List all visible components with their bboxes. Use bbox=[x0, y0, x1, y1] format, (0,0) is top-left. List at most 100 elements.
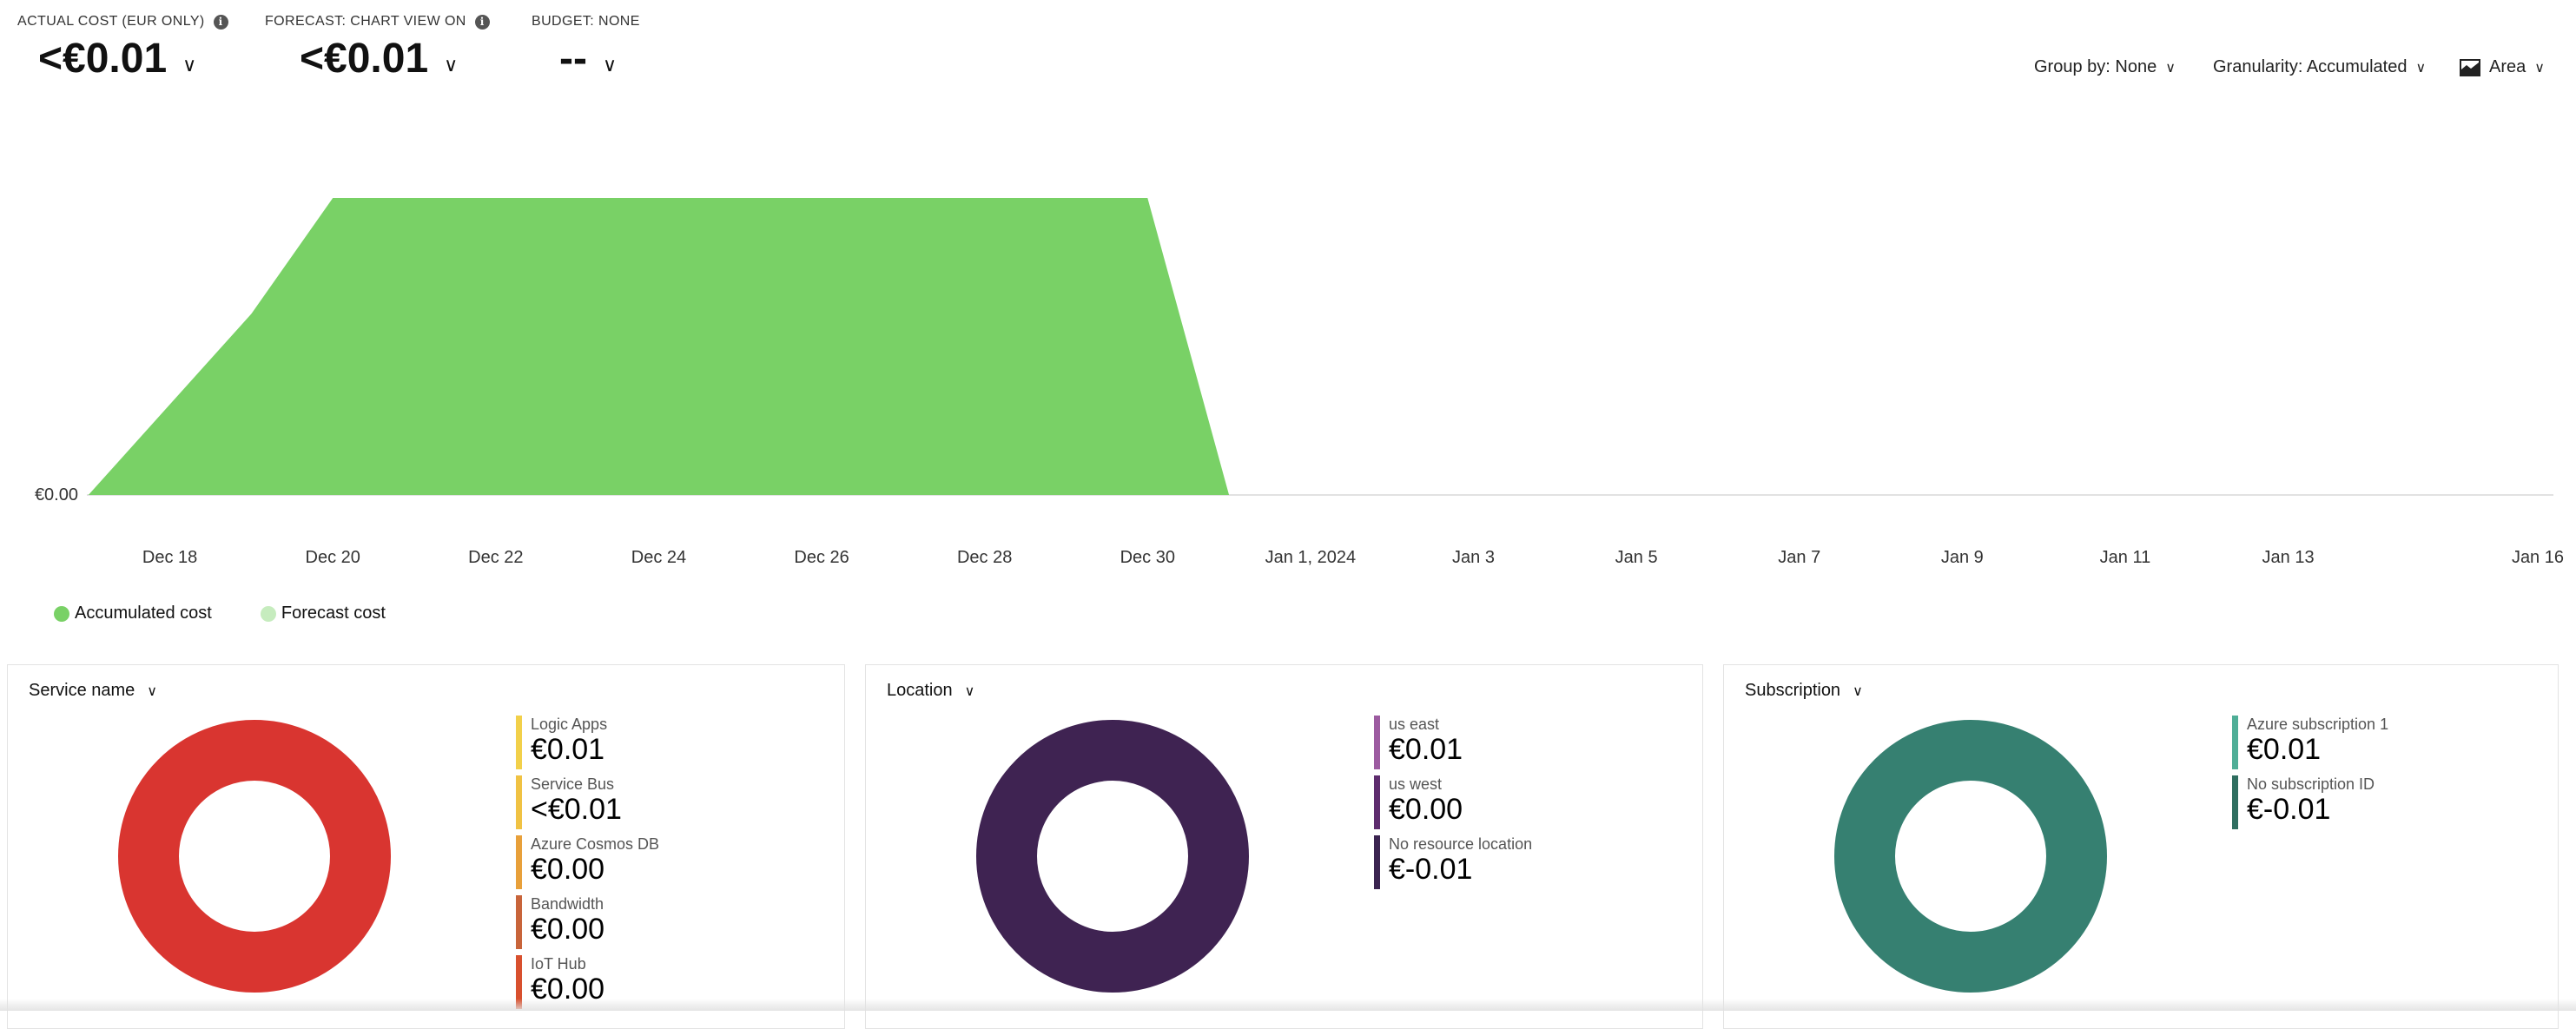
panel-dimension-dropdown[interactable]: Location ∨ bbox=[887, 681, 974, 701]
item-value: €-0.01 bbox=[1389, 853, 1473, 886]
kpi-forecast: FORECAST: CHART VIEW ON i <€0.01 ∨ bbox=[265, 14, 490, 82]
item-name: No resource location bbox=[1389, 835, 1533, 853]
x-tick-label: Dec 30 bbox=[1120, 548, 1175, 567]
list-item[interactable]: Logic Apps €0.01 bbox=[516, 716, 659, 769]
kpi-value: -- bbox=[559, 36, 587, 82]
area-chart-icon bbox=[2460, 58, 2480, 76]
kpi-actual-cost: ACTUAL COST (EUR ONLY) i <€0.01 ∨ bbox=[17, 14, 228, 82]
chart-plot-area: €0.00 Dec 18 Dec 20 Dec 22 Dec 24 Dec 26 Dec 2… bbox=[35, 198, 2564, 567]
panel-title: Location bbox=[887, 681, 953, 700]
x-tick-label: Jan 7 bbox=[1778, 548, 1820, 567]
panel-dimension-dropdown[interactable]: Subscription ∨ bbox=[1745, 681, 1863, 701]
service-donut-chart bbox=[118, 720, 391, 993]
item-value: €0.01 bbox=[2247, 733, 2322, 766]
legend-label: Accumulated cost bbox=[75, 604, 212, 623]
list-item[interactable]: No subscription ID €-0.01 bbox=[2232, 775, 2388, 829]
kpi-value-dropdown[interactable]: <€0.01 ∨ bbox=[300, 35, 490, 82]
item-value: €0.01 bbox=[1389, 733, 1463, 766]
list-item[interactable]: Bandwidth €0.00 bbox=[516, 895, 659, 949]
list-item[interactable]: us west €0.00 bbox=[1374, 775, 1532, 829]
item-value: €0.00 bbox=[531, 913, 605, 946]
kpi-value: <€0.01 bbox=[300, 36, 429, 82]
x-tick-label: Jan 11 bbox=[2100, 548, 2151, 567]
item-value: €0.00 bbox=[531, 853, 605, 886]
kpi-budget: BUDGET: NONE -- ∨ bbox=[532, 14, 640, 82]
legend-item-accumulated[interactable]: Accumulated cost bbox=[54, 604, 212, 623]
item-name: Azure subscription 1 bbox=[2247, 716, 2389, 733]
x-tick-label: Dec 20 bbox=[306, 548, 360, 567]
color-swatch bbox=[1374, 775, 1380, 829]
donut-ring[interactable] bbox=[976, 720, 1249, 993]
chevron-down-icon: ∨ bbox=[2165, 60, 2176, 76]
chart-type-label: Area bbox=[2489, 57, 2526, 76]
panel-service-name: Service name ∨ Logic Apps €0.01 Service B… bbox=[7, 664, 845, 1029]
chevron-down-icon: ∨ bbox=[1853, 683, 1863, 699]
color-swatch bbox=[516, 716, 522, 769]
kpi-value-dropdown[interactable]: <€0.01 ∨ bbox=[38, 35, 228, 82]
granularity-label: Granularity: Accumulated bbox=[2213, 57, 2408, 76]
x-tick-label: Jan 9 bbox=[1941, 548, 1984, 567]
color-swatch bbox=[1374, 835, 1380, 889]
cost-area-chart: €0.00 Dec 18 Dec 20 Dec 22 Dec 24 Dec 26 Dec 2… bbox=[35, 198, 2564, 567]
donut-ring[interactable] bbox=[118, 720, 391, 993]
item-name: Bandwidth bbox=[531, 895, 604, 913]
chart-type-dropdown[interactable]: Area ∨ bbox=[2460, 57, 2545, 77]
legend-swatch bbox=[260, 605, 276, 622]
series-area-0 bbox=[88, 198, 1230, 495]
subscription-list: Azure subscription 1 €0.01 No subscriptio… bbox=[2232, 716, 2388, 835]
list-item[interactable]: No resource location €-0.01 bbox=[1374, 835, 1532, 889]
color-swatch bbox=[516, 835, 522, 889]
x-tick-label: Jan 3 bbox=[1452, 548, 1495, 567]
x-tick-label: Jan 5 bbox=[1615, 548, 1658, 567]
x-tick-label: Dec 24 bbox=[631, 548, 686, 567]
group-by-dropdown[interactable]: Group by: None ∨ bbox=[2034, 57, 2176, 77]
donut-ring[interactable] bbox=[1834, 720, 2107, 993]
scroll-fade bbox=[0, 999, 2576, 1011]
item-value: €0.01 bbox=[531, 733, 605, 766]
x-tick-label: Dec 18 bbox=[142, 548, 197, 567]
location-list: us east €0.01 us west €0.00 No resource lo… bbox=[1374, 716, 1532, 895]
color-swatch bbox=[2232, 775, 2238, 829]
legend-swatch bbox=[54, 605, 69, 622]
x-tick-label: Jan 16 bbox=[2512, 548, 2564, 567]
chevron-down-icon: ∨ bbox=[2534, 60, 2545, 76]
panel-location: Location ∨ us east €0.01 us west €0.00 No … bbox=[865, 664, 1703, 1029]
chevron-down-icon: ∨ bbox=[147, 683, 157, 699]
list-item[interactable]: Azure Cosmos DB €0.00 bbox=[516, 835, 659, 889]
service-list: Logic Apps €0.01 Service Bus <€0.01 Azure … bbox=[516, 716, 659, 1015]
x-tick-label: Jan 1, 2024 bbox=[1265, 548, 1357, 567]
color-swatch bbox=[516, 775, 522, 829]
kpi-value: <€0.01 bbox=[38, 36, 168, 82]
panel-dimension-dropdown[interactable]: Service name ∨ bbox=[29, 681, 157, 701]
item-name: us west bbox=[1389, 775, 1443, 793]
panel-subscription: Subscription ∨ Azure subscription 1 €0.01… bbox=[1723, 664, 2559, 1029]
color-swatch bbox=[1374, 716, 1380, 769]
x-tick-label: Dec 22 bbox=[468, 548, 523, 567]
legend-label: Forecast cost bbox=[281, 604, 386, 623]
legend-item-forecast[interactable]: Forecast cost bbox=[260, 604, 386, 623]
info-icon[interactable]: i bbox=[474, 14, 490, 30]
location-donut-chart bbox=[976, 720, 1249, 993]
x-tick-label: Dec 26 bbox=[794, 548, 849, 567]
list-item[interactable]: Azure subscription 1 €0.01 bbox=[2232, 716, 2388, 769]
list-item[interactable]: Service Bus <€0.01 bbox=[516, 775, 659, 829]
item-name: us east bbox=[1389, 716, 1440, 733]
chevron-down-icon: ∨ bbox=[182, 53, 197, 76]
info-icon[interactable]: i bbox=[213, 14, 228, 30]
item-value: <€0.01 bbox=[531, 793, 622, 826]
kpi-label: ACTUAL COST (EUR ONLY) bbox=[17, 14, 205, 29]
chevron-down-icon: ∨ bbox=[444, 53, 459, 76]
kpi-value-dropdown[interactable]: -- ∨ bbox=[559, 35, 640, 82]
subscription-donut-chart bbox=[1834, 720, 2107, 993]
chart-legend: Accumulated cost Forecast cost bbox=[54, 604, 386, 623]
list-item[interactable]: us east €0.01 bbox=[1374, 716, 1532, 769]
chevron-down-icon: ∨ bbox=[2415, 60, 2427, 76]
granularity-dropdown[interactable]: Granularity: Accumulated ∨ bbox=[2213, 57, 2426, 77]
y-tick-label: €0.00 bbox=[35, 485, 78, 505]
item-name: Logic Apps bbox=[531, 716, 608, 733]
x-tick-label: Dec 28 bbox=[957, 548, 1012, 567]
kpi-label: FORECAST: CHART VIEW ON bbox=[265, 14, 466, 29]
item-name: Azure Cosmos DB bbox=[531, 835, 660, 853]
group-by-label: Group by: None bbox=[2034, 57, 2157, 76]
x-tick-label: Jan 13 bbox=[2262, 548, 2315, 567]
